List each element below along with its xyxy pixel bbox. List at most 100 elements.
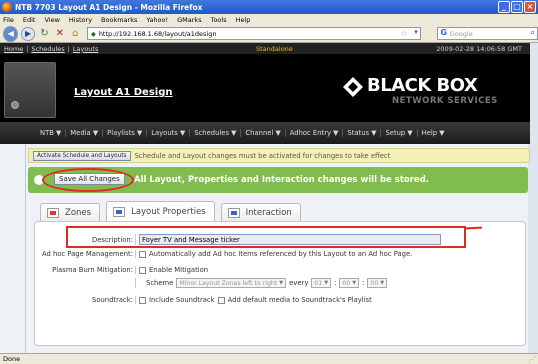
menu-yahoo[interactable]: Yahoo! (146, 16, 168, 24)
tab-bar: Zones Layout Properties Interaction (40, 201, 307, 221)
site-icon: ◆ (90, 29, 96, 38)
plasma-label: Plasma Burn Mitigation: (52, 266, 133, 274)
chevron-down-icon: ▼ (279, 280, 284, 286)
breadcrumb-separator: | (67, 44, 70, 53)
scheme-label: Scheme (146, 279, 174, 287)
tab-zones-label: Zones (65, 207, 92, 218)
interaction-icon (227, 207, 240, 218)
nav-setup[interactable]: Setup ▼ (381, 129, 418, 137)
save-bar: Save All Changes All Layout, Properties … (28, 167, 528, 193)
chevron-down-icon: ▼ (324, 280, 329, 286)
google-icon[interactable]: G (437, 28, 450, 39)
black-box-logo-icon (343, 77, 363, 97)
annotation-rectangle (66, 226, 466, 248)
adhoc-checkbox[interactable] (139, 250, 146, 258)
every-minutes-value: 00 (342, 279, 351, 287)
activate-bar: Activate Schedule and Layouts Schedule a… (28, 148, 530, 163)
scheme-value-cell: Scheme Minor Layout Zones left to right … (135, 278, 388, 288)
resize-grip-icon[interactable]: ⋰ (528, 355, 536, 364)
minimize-button[interactable]: _ (498, 1, 510, 13)
search-placeholder: Google (449, 29, 473, 38)
every-seconds-select[interactable]: 00 ▼ (367, 278, 388, 288)
logo-subtitle: NETWORK SERVICES (392, 96, 498, 106)
home-icon[interactable]: ⌂ (68, 27, 81, 41)
tab-interaction-label: Interaction (245, 207, 292, 218)
annotation-circle (42, 168, 134, 192)
tab-layout-properties[interactable]: Layout Properties (106, 201, 215, 221)
breadcrumb-layouts[interactable]: Layouts (73, 45, 98, 53)
menu-edit[interactable]: Edit (23, 16, 36, 24)
breadcrumb-home[interactable]: Home (4, 45, 23, 53)
include-soundtrack-label: Include Soundtrack (149, 296, 215, 304)
menu-view[interactable]: View (44, 16, 59, 24)
tab-zones[interactable]: Zones (40, 203, 101, 221)
url-bar[interactable]: ◆ http://192.168.1.68/layout/a1design ☆ … (86, 27, 421, 40)
chevron-down-icon: ▼ (380, 280, 385, 286)
nav-layouts[interactable]: Layouts ▼ (147, 129, 191, 137)
plasma-row: Plasma Burn Mitigation: Enable Mitigatio… (35, 266, 525, 274)
menu-bookmarks[interactable]: Bookmarks (101, 16, 137, 24)
adhoc-label: Ad hoc Page Management: (41, 250, 133, 258)
url-text: http://192.168.1.68/layout/a1design (98, 29, 217, 38)
scheme-select-value: Minor Layout Zones left to right (179, 279, 278, 287)
nav-help[interactable]: Help ▼ (418, 129, 449, 137)
search-icon[interactable]: ⌕ (530, 28, 534, 38)
every-minutes-select[interactable]: 00 ▼ (339, 278, 360, 288)
time-separator: : (362, 279, 365, 287)
add-default-media-label: Add default media to Soundtrack's Playli… (227, 296, 372, 304)
menu-help[interactable]: Help (236, 16, 251, 24)
close-button[interactable]: × (524, 1, 536, 13)
save-message: All Layout, Properties and Interaction c… (134, 175, 430, 185)
add-default-media-checkbox[interactable] (217, 296, 225, 304)
player-button-graphic (11, 101, 19, 109)
menu-history[interactable]: History (69, 16, 92, 24)
mode-indicator: Standalone (256, 44, 293, 53)
activate-button[interactable]: Activate Schedule and Layouts (33, 150, 131, 161)
back-button[interactable]: ◀ (3, 25, 19, 42)
window-title: NTB 7703 Layout A1 Design - Mozilla Fire… (15, 2, 203, 12)
nav-channel[interactable]: Channel ▼ (241, 129, 286, 137)
window-controls: _ □ × (498, 1, 536, 13)
soundtrack-row: Soundtrack: Include Soundtrack Add defau… (35, 296, 525, 304)
menu-tools[interactable]: Tools (211, 16, 227, 24)
left-sidebar-edge (0, 144, 26, 353)
bookmark-star-icon[interactable]: ☆ (401, 29, 408, 38)
reload-icon[interactable]: ↻ (38, 27, 51, 41)
page-content: Home | Schedules | Layouts Standalone 20… (0, 43, 538, 353)
stop-icon[interactable]: ✕ (53, 27, 66, 41)
adhoc-value-cell: Automatically add Ad hoc Items reference… (135, 250, 412, 258)
header-banner: Layout A1 Design BLACK BOX NETWORK SERVI… (0, 54, 530, 122)
info-strip: Home | Schedules | Layouts Standalone 20… (0, 43, 530, 54)
scheme-select[interactable]: Minor Layout Zones left to right ▼ (176, 278, 287, 288)
every-hours-select[interactable]: 01 ▼ (311, 278, 332, 288)
datetime-display: 2009-02-28 14:06:58 GMT (436, 44, 522, 53)
nav-playlists[interactable]: Playlists ▼ (103, 129, 148, 137)
breadcrumb-separator: | (26, 44, 29, 53)
tab-layout-properties-label: Layout Properties (131, 206, 206, 217)
nav-ntb[interactable]: NTB ▼ (36, 129, 67, 137)
nav-adhoc-entry[interactable]: Adhoc Entry ▼ (286, 129, 344, 137)
tab-interaction[interactable]: Interaction (220, 203, 301, 221)
soundtrack-label: Soundtrack: (92, 296, 133, 304)
search-box[interactable]: G Google ⌕ (436, 27, 538, 40)
enable-mitigation-checkbox[interactable] (139, 266, 146, 274)
maximize-button[interactable]: □ (511, 1, 523, 13)
status-bar: Done ⋰ (0, 353, 538, 364)
status-text: Done (3, 355, 21, 363)
nav-schedules[interactable]: Schedules ▼ (190, 129, 242, 137)
soundtrack-value-cell: Include Soundtrack Add default media to … (135, 296, 372, 304)
time-separator: : (334, 279, 337, 287)
nav-status[interactable]: Status ▼ (343, 129, 382, 137)
include-soundtrack-checkbox[interactable] (139, 296, 146, 304)
navigation-toolbar: ◀ ▶ ↻ ✕ ⌂ ◆ http://192.168.1.68/layout/a… (0, 25, 538, 43)
menu-file[interactable]: File (3, 16, 14, 24)
every-hours-value: 01 (314, 279, 323, 287)
url-dropdown-icon[interactable]: ▾ (414, 28, 418, 36)
breadcrumb-schedules[interactable]: Schedules (31, 45, 64, 53)
forward-button[interactable]: ▶ (21, 26, 35, 41)
page-title[interactable]: Layout A1 Design (74, 87, 173, 98)
menu-gmarks[interactable]: GMarks (177, 16, 201, 24)
nav-media[interactable]: Media ▼ (66, 129, 104, 137)
zones-icon (47, 207, 59, 218)
plasma-value-cell: Enable Mitigation (135, 266, 208, 274)
